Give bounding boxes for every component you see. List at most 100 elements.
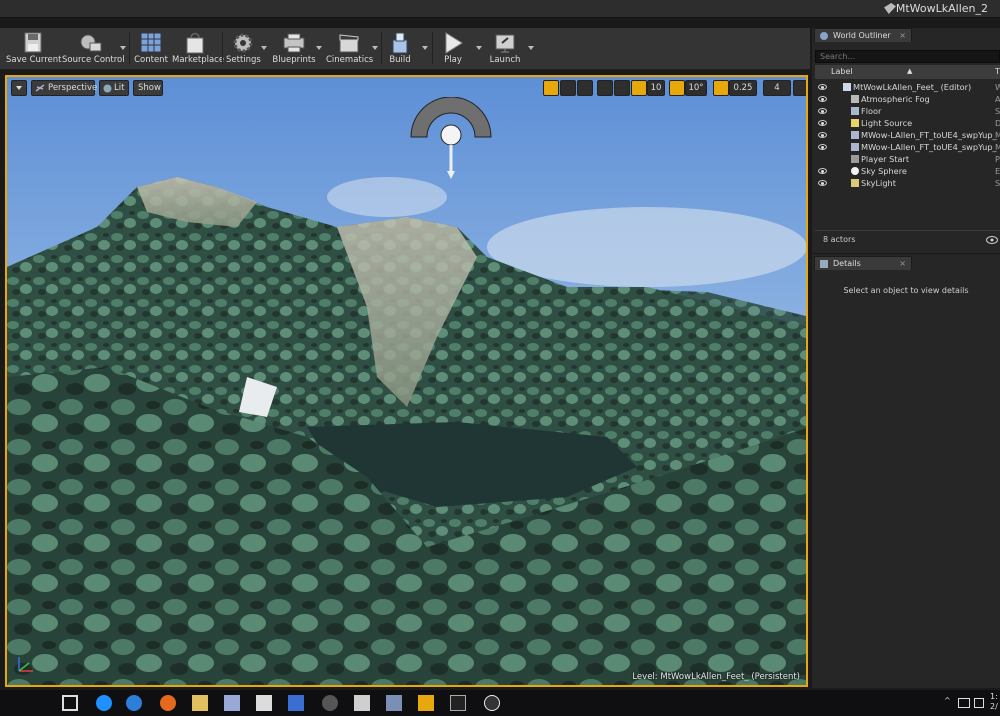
notepad-icon[interactable] xyxy=(256,695,272,711)
visibility-eye-icon[interactable] xyxy=(818,168,827,174)
outliner-row-type: A xyxy=(995,94,1000,104)
remote-desktop-icon[interactable] xyxy=(386,695,402,711)
outliner-row[interactable]: MWow-LAllen_FT_toUE4_swpYup_ M xyxy=(815,141,1000,153)
build-dropdown-icon[interactable] xyxy=(422,46,428,50)
rotation-snap-value[interactable]: 10° xyxy=(685,80,707,96)
network-icon[interactable] xyxy=(958,698,970,708)
sort-ascending-icon[interactable]: ▲ xyxy=(907,64,912,78)
outliner-row[interactable]: Atmospheric Fog A xyxy=(815,93,1000,105)
outliner-search-input[interactable]: Search... xyxy=(815,50,1000,63)
visibility-eye-icon[interactable] xyxy=(818,108,827,114)
clock-time[interactable]: 1: xyxy=(990,692,998,701)
play-icon xyxy=(445,32,463,54)
scale-snap-icon[interactable] xyxy=(713,80,729,96)
perspective-button[interactable]: Perspective xyxy=(31,80,97,96)
close-icon[interactable]: × xyxy=(899,257,906,270)
viewport-options-button[interactable] xyxy=(11,80,27,96)
source-control-button[interactable]: Source Control xyxy=(62,30,125,68)
outliner-row-label: MWow-LAllen_FT_toUE4_swpYup_ xyxy=(861,142,997,152)
outliner-row[interactable]: Sky Sphere E xyxy=(815,165,1000,177)
type-column-header[interactable]: T xyxy=(995,65,1000,79)
task-view-icon[interactable] xyxy=(62,695,78,711)
unreal-engine-icon[interactable] xyxy=(484,695,500,711)
volume-icon[interactable] xyxy=(974,698,984,708)
blueprints-button[interactable]: Blueprints xyxy=(272,30,316,68)
edge-browser-icon[interactable] xyxy=(96,695,112,711)
store-icon[interactable] xyxy=(288,695,304,711)
unreal-logo-icon xyxy=(884,3,896,14)
outliner-row-type: M xyxy=(995,142,1000,152)
world-space-icon[interactable] xyxy=(597,80,613,96)
source-control-dropdown-icon[interactable] xyxy=(120,46,126,50)
outliner-row[interactable]: MWow-LAllen_FT_toUE4_swpYup_ M xyxy=(815,129,1000,141)
play-dropdown-icon[interactable] xyxy=(476,46,482,50)
visibility-eye-icon[interactable] xyxy=(818,84,827,90)
save-current-button[interactable]: Save Current xyxy=(6,30,62,68)
sphere-icon xyxy=(851,167,859,175)
settings-button[interactable]: Settings xyxy=(226,30,261,68)
outliner-row[interactable]: Player Start Pl xyxy=(815,153,1000,165)
cinematics-dropdown-icon[interactable] xyxy=(372,46,378,50)
visibility-eye-icon[interactable] xyxy=(818,180,827,186)
close-icon[interactable]: × xyxy=(899,29,906,42)
internet-explorer-icon[interactable] xyxy=(126,695,142,711)
file-explorer-icon[interactable] xyxy=(192,695,208,711)
scale-mode-icon[interactable] xyxy=(577,80,593,96)
grid-snap-icon[interactable] xyxy=(631,80,647,96)
tab-world-outliner[interactable]: World Outliner × xyxy=(814,28,912,42)
outliner-row-label: Floor xyxy=(861,106,882,116)
visibility-eye-icon[interactable] xyxy=(818,96,827,102)
launch-dropdown-icon[interactable] xyxy=(528,46,534,50)
outliner-row[interactable]: Floor S xyxy=(815,105,1000,117)
outliner-row-type: S xyxy=(995,106,1000,116)
visibility-eye-icon[interactable] xyxy=(818,132,827,138)
rotate-mode-icon[interactable] xyxy=(560,80,576,96)
outliner-row[interactable]: MtWowLkAllen_Feet_ (Editor) W xyxy=(815,81,1000,93)
tray-chevron-icon[interactable]: ^ xyxy=(944,696,951,705)
scale-snap-value[interactable]: 0.25 xyxy=(729,80,757,96)
visibility-eye-icon[interactable] xyxy=(818,144,827,150)
label-column-header[interactable]: Label xyxy=(831,65,853,79)
clock-date[interactable]: 2/ xyxy=(990,702,998,711)
camera-speed-value[interactable]: 4 xyxy=(763,80,791,96)
media-icon[interactable] xyxy=(322,695,338,711)
viewport-toolbar: Perspective Lit Show 10 10° 0.25 4 xyxy=(11,80,806,96)
outliner-row[interactable]: SkyLight Sk xyxy=(815,177,1000,189)
main-toolbar: Save Current Source Control Content Mark… xyxy=(0,28,810,70)
app-icon[interactable] xyxy=(224,695,240,711)
build-button[interactable]: Build xyxy=(384,30,416,68)
marketplace-button[interactable]: Marketplace xyxy=(172,30,224,68)
tab-details[interactable]: Details × xyxy=(814,256,912,270)
visibility-eye-icon[interactable] xyxy=(818,120,827,126)
firefox-icon[interactable] xyxy=(160,695,176,711)
surface-snap-icon[interactable] xyxy=(614,80,630,96)
outliner-row[interactable]: Light Source D xyxy=(815,117,1000,129)
content-button[interactable]: Content xyxy=(132,30,170,68)
outliner-header: Label ▲ T xyxy=(815,65,1000,79)
level-viewport[interactable]: Perspective Lit Show 10 10° 0.25 4 Level… xyxy=(5,75,808,687)
settings-dropdown-icon[interactable] xyxy=(261,46,267,50)
epic-launcher-icon[interactable] xyxy=(450,695,466,711)
grid-snap-value[interactable]: 10 xyxy=(647,80,665,96)
calculator-icon[interactable] xyxy=(354,695,370,711)
directional-light-gizmo-icon[interactable] xyxy=(409,97,493,181)
outliner-row-type: E xyxy=(995,166,1000,176)
cinematics-button[interactable]: Cinematics xyxy=(326,30,373,68)
title-bar: MtWowLkAllen_2 xyxy=(0,0,1000,18)
translate-mode-icon[interactable] xyxy=(543,80,559,96)
lit-button[interactable]: Lit xyxy=(99,80,129,96)
adobe-icon[interactable] xyxy=(418,695,434,711)
blueprints-dropdown-icon[interactable] xyxy=(316,46,322,50)
build-icon xyxy=(392,32,408,54)
rotation-snap-icon[interactable] xyxy=(669,80,685,96)
outliner-row-label: Player Start xyxy=(861,154,910,164)
marketplace-icon xyxy=(186,32,204,54)
show-button[interactable]: Show xyxy=(133,80,163,96)
maximize-viewport-icon[interactable] xyxy=(793,80,806,96)
launch-button[interactable]: Launch xyxy=(486,30,524,68)
view-options-eye-icon[interactable] xyxy=(986,236,998,244)
level-name: MtWowLkAllen_Feet_ (Persistent) xyxy=(660,672,800,682)
fog-icon xyxy=(851,95,859,103)
blueprints-icon xyxy=(283,33,305,53)
play-button[interactable]: Play xyxy=(436,30,470,68)
